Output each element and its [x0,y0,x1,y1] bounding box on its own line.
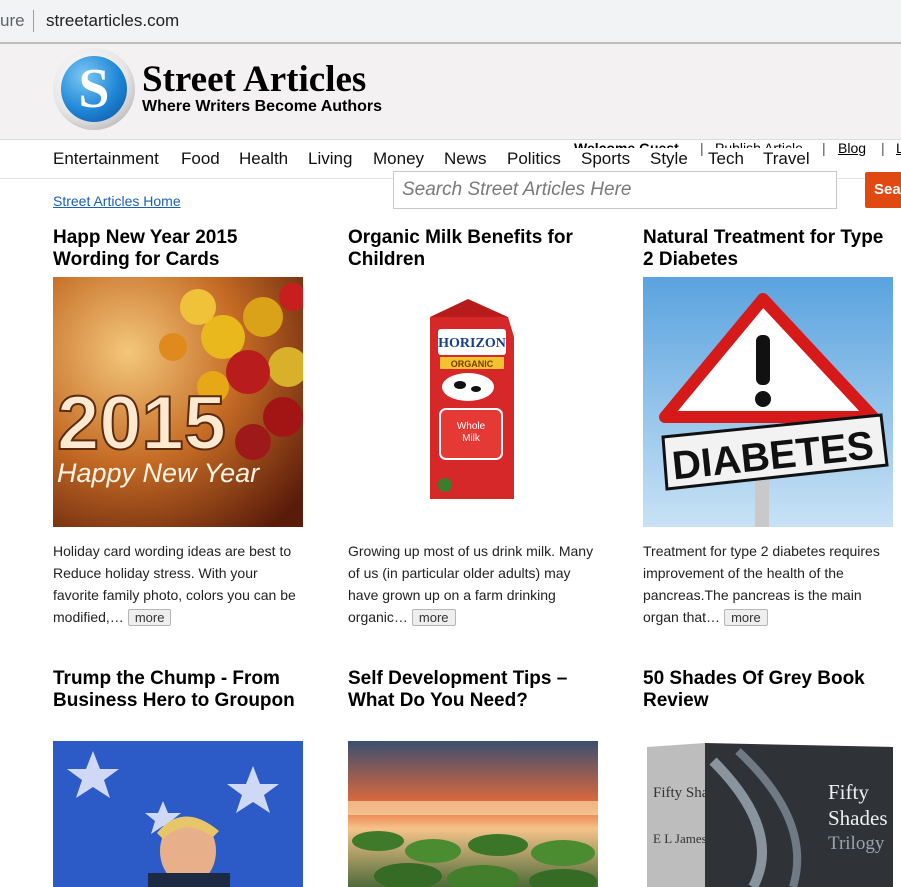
trump-portrait-image [53,741,303,887]
book-cover-subtitle: Trilogy [828,833,885,854]
nav-divider: | [700,140,704,156]
more-button[interactable]: more [411,609,456,626]
secure-indicator[interactable]: ure [0,11,25,31]
nav-politics[interactable]: Politics [507,149,561,169]
sunset-coast-image [348,741,598,887]
excerpt-text: Growing up most of us drink milk. Many o… [348,543,594,625]
nav-tech[interactable]: Tech [708,149,744,169]
article-card: 50 Shades Of Grey Book Review [643,668,893,712]
book-spine-author: E L James [653,831,707,846]
site-title[interactable]: Street Articles [142,58,366,101]
article-title[interactable]: Natural Treatment for Type 2 Diabetes [643,227,893,271]
more-button[interactable]: more [724,609,768,626]
article-card: Organic Milk Benefits for Children [348,227,598,271]
carton-whole-milk-text: Whole [457,421,486,432]
article-title[interactable]: Self Development Tips – What Do You Need… [348,668,598,712]
article-thumbnail[interactable] [348,741,598,887]
nav-money[interactable]: Money [373,149,424,169]
article-thumbnail[interactable]: Fifty Shades E L James Fifty Shades Tril… [643,741,893,887]
address-divider [33,10,34,32]
article-thumbnail[interactable]: HORIZON ORGANIC Whole Milk [348,277,598,527]
article-thumbnail[interactable] [53,741,303,887]
diabetes-sign-image: DIABETES [643,277,893,527]
nav-sports[interactable]: Sports [581,149,630,169]
article-title[interactable]: Organic Milk Benefits for Children [348,227,598,271]
search-input[interactable] [393,171,837,209]
milk-carton-image: HORIZON ORGANIC Whole Milk [348,277,598,527]
carton-brand-text: HORIZON [438,336,506,351]
search-button[interactable]: Sea [865,172,901,208]
nav-entertainment[interactable]: Entertainment [53,149,159,169]
article-thumbnail[interactable]: 2015 Happy New Year [53,277,303,527]
new-year-flowers-image: 2015 Happy New Year [53,277,303,527]
carton-organic-text: ORGANIC [451,359,494,369]
excerpt-text: Holiday card wording ideas are best to R… [53,543,296,625]
article-excerpt: Holiday card wording ideas are best to R… [53,540,303,628]
login-link[interactable]: L [896,140,901,156]
article-thumbnail[interactable]: DIABETES [643,277,893,527]
book-cover-title-2: Shades [828,806,888,830]
fifty-shades-book-image: Fifty Shades E L James Fifty Shades Tril… [643,741,893,887]
nav-travel[interactable]: Travel [763,149,810,169]
more-button[interactable]: more [127,609,172,626]
article-card: Trump the Chump - From Business Hero to … [53,668,303,712]
book-spine-title: Fifty Shades [653,785,729,801]
article-excerpt: Treatment for type 2 diabetes requires i… [643,540,893,628]
site-tagline: Where Writers Become Authors [142,98,383,115]
url-text[interactable]: streetarticles.com [46,11,179,31]
site-logo-icon[interactable]: S [53,48,135,130]
welcome-guest-text: Welcome Guest [574,140,679,148]
image-greeting-text: Happy New Year [57,458,260,488]
article-card: Natural Treatment for Type 2 Diabetes [643,227,893,271]
nav-health[interactable]: Health [239,149,288,169]
browser-address-bar[interactable]: ure streetarticles.com [0,0,901,44]
image-year-text: 2015 [57,381,226,466]
nav-divider: | [822,140,826,156]
book-cover-title: Fifty [828,780,869,804]
article-title[interactable]: Happ New Year 2015 Wording for Cards [53,227,303,271]
blog-link[interactable]: Blog [838,140,866,156]
article-card: Happ New Year 2015 Wording for Cards [53,227,303,271]
article-card: Self Development Tips – What Do You Need… [348,668,598,712]
article-excerpt: Growing up most of us drink milk. Many o… [348,540,598,628]
nav-divider: | [881,140,885,156]
nav-living[interactable]: Living [308,149,352,169]
home-breadcrumb-link[interactable]: Street Articles Home [53,193,181,209]
article-title[interactable]: Trump the Chump - From Business Hero to … [53,668,303,712]
article-title[interactable]: 50 Shades Of Grey Book Review [643,668,893,712]
nav-food[interactable]: Food [181,149,220,169]
carton-milk-text: Milk [462,433,481,444]
publish-article-link[interactable]: Publish Article [715,140,803,148]
nav-style[interactable]: Style [650,149,688,169]
site-header: S Street Articles Where Writers Become A… [0,44,901,140]
logo-letter: S [61,56,127,122]
nav-news[interactable]: News [444,149,487,169]
